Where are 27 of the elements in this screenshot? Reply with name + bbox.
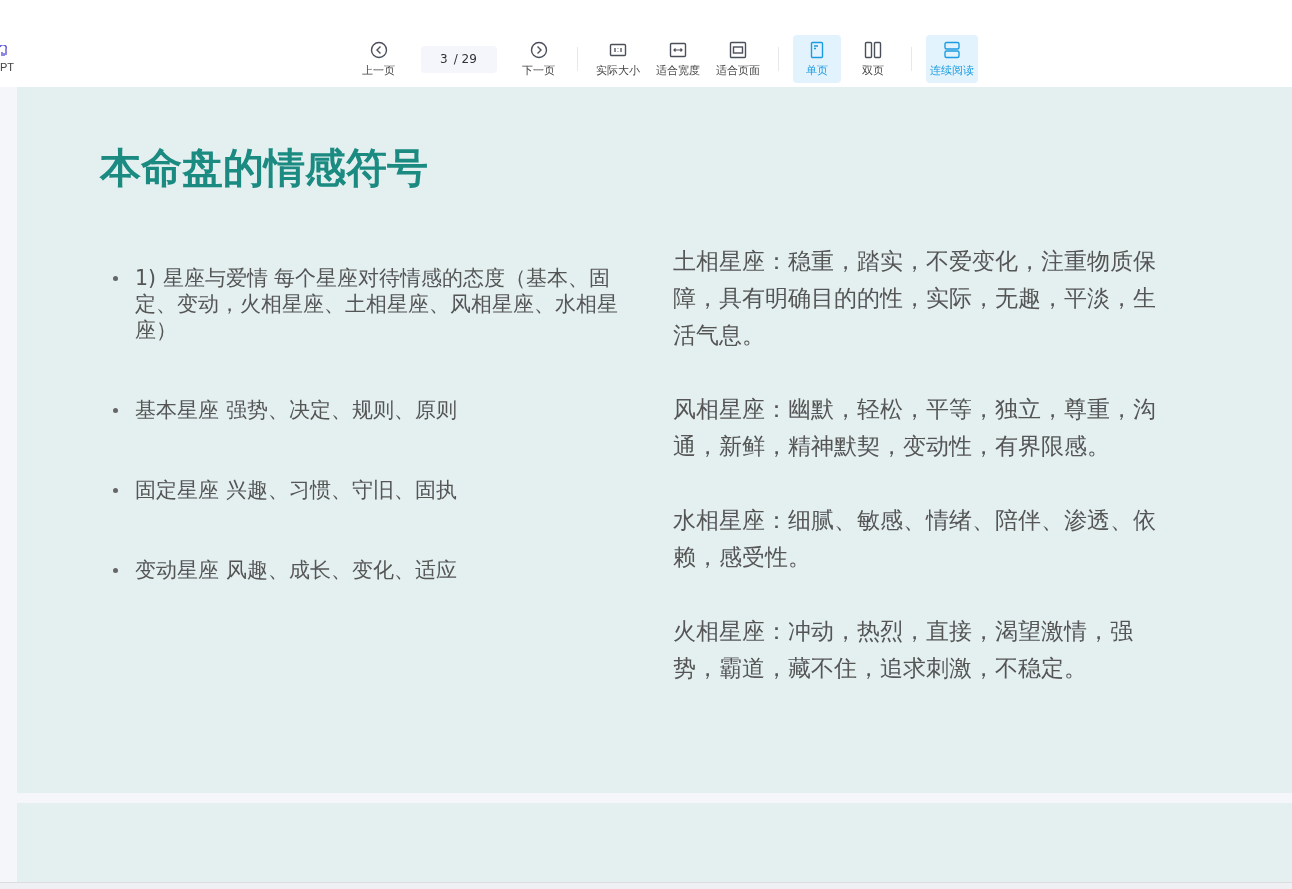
bullet-text: 基本星座 强势、决定、规则、原则 (135, 397, 458, 423)
paragraph: 火相星座：冲动，热烈，直接，渴望激情，强势，霸道，藏不住，追求刺激，不稳定。 (673, 617, 1134, 683)
bullet-text: 1) 星座与爱情 每个星座对待情感的态度（基本、固定、变动，火相星座、土相星座、风相星座、水相星座） (135, 265, 619, 343)
toolbar-button[interactable]: 适合宽度 (651, 35, 704, 83)
toolbar-button[interactable]: 适合页面 (711, 35, 764, 83)
bullet-icon (113, 276, 118, 281)
slide-title: 本命盘的情感符号 (100, 143, 429, 193)
bullet-icon (113, 488, 118, 493)
fit-page-icon (728, 40, 747, 59)
toolbar-button[interactable]: 双页 (848, 35, 897, 83)
paragraph: 风相星座：幽默，轻松，平等，独立，尊重，沟通，新鲜，精神默契，变动性，有界限感。 (673, 395, 1157, 461)
toolbar-button[interactable]: 下一页 (514, 35, 563, 83)
chevron-right-circle-icon (529, 40, 548, 59)
toolbar-button[interactable]: 上一页 (354, 35, 403, 83)
bullet-icon (113, 568, 118, 573)
continuous-pages-icon (942, 40, 961, 59)
paragraph: 水相星座：细腻、敏感、情绪、陪伴、渗透、依赖，感受性。 (673, 506, 1157, 572)
toolbar-button[interactable]: 实际大小 (591, 35, 644, 83)
bullet-icon (113, 408, 118, 413)
paragraph: 土相星座：稳重，踏实，不爱变化，注重物质保障，具有明确目的的性，实际，无趣，平淡，生活气息。 (673, 247, 1157, 350)
double-page-icon (863, 40, 882, 59)
bullet-text: 变动星座 风趣、成长、变化、适应 (135, 557, 458, 583)
chevron-left-circle-icon (369, 40, 388, 59)
page-number-field[interactable]: 3 / 29 (420, 45, 497, 73)
bullet-text: 固定星座 兴趣、习惯、守旧、固执 (135, 477, 458, 503)
fit-width-icon (668, 40, 687, 59)
ppt-button[interactable]: PT (0, 45, 15, 73)
